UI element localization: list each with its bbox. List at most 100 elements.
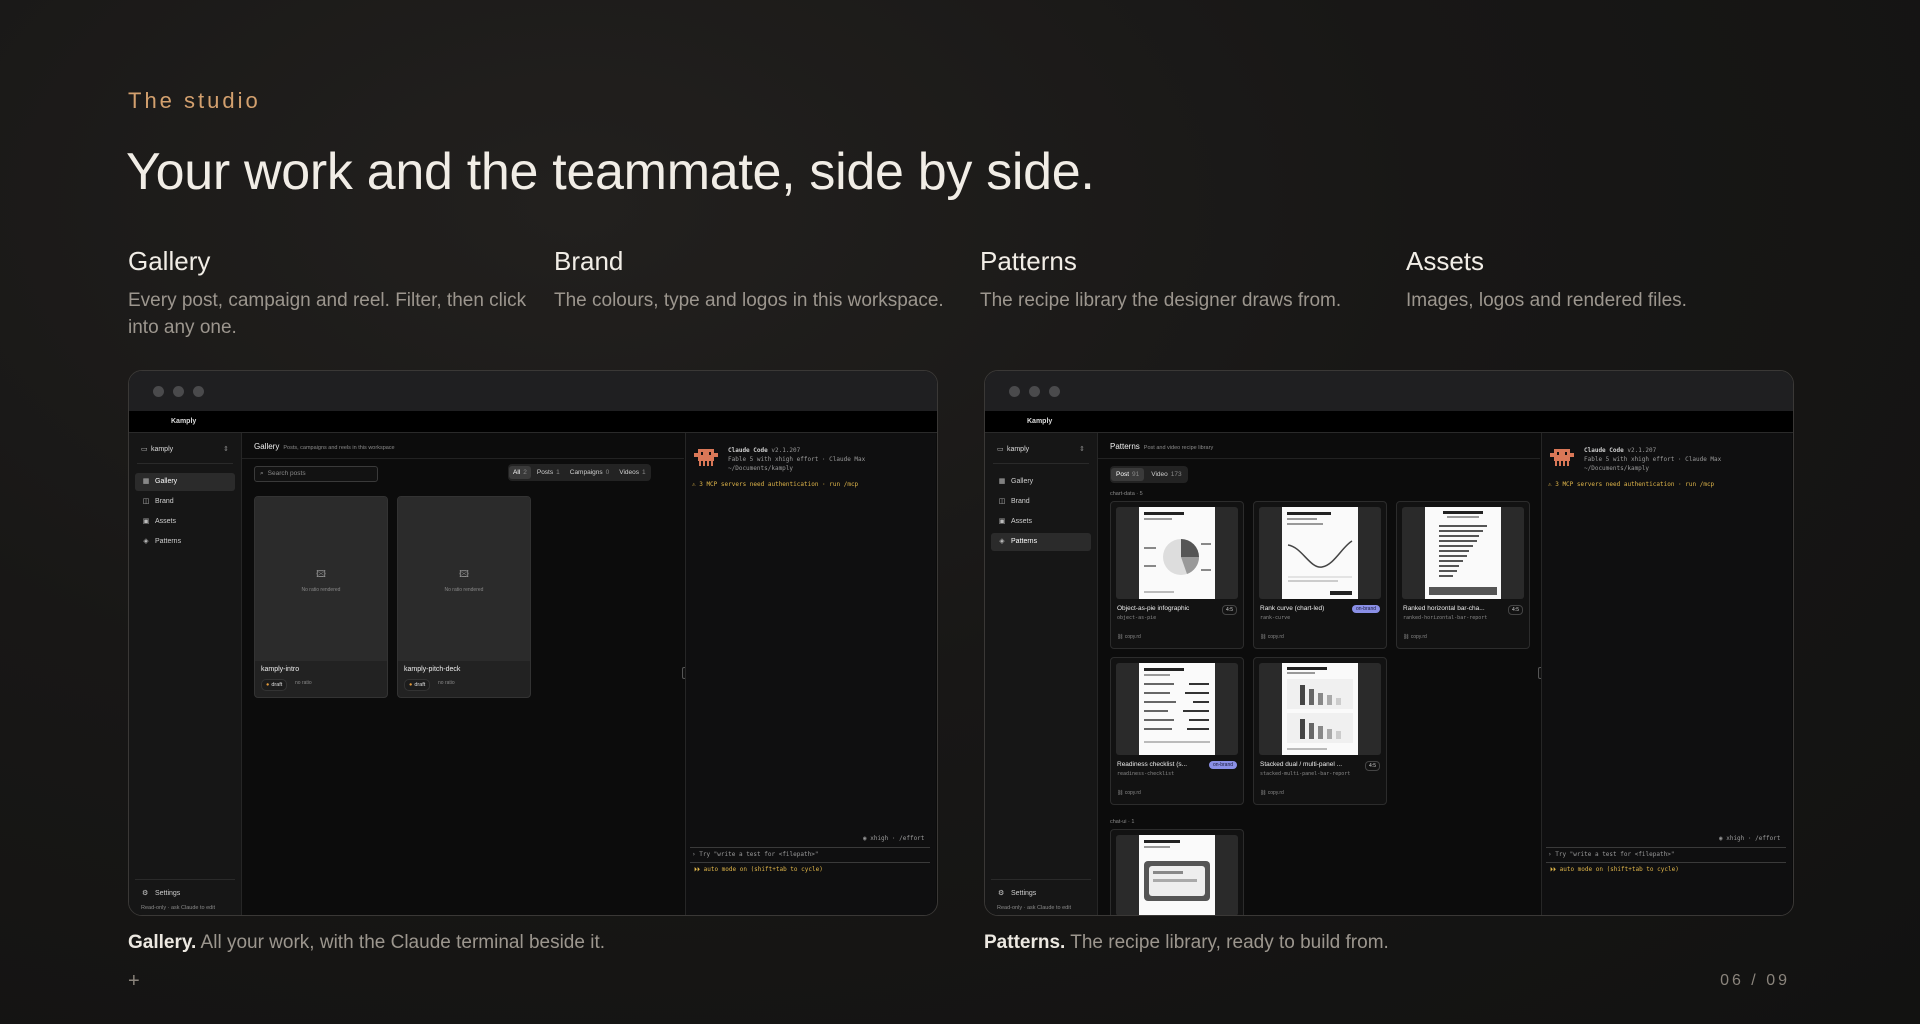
- terminal-prompt-input[interactable]: › Try "write a test for <filepath>": [1548, 851, 1674, 858]
- pattern-card[interactable]: Object-as-pie infographic 4:5 object-as-…: [1110, 501, 1244, 649]
- sidebar-item-patterns[interactable]: ◈ Patterns: [991, 533, 1091, 551]
- feature-patterns: Patterns The recipe library the designer…: [980, 246, 1380, 314]
- pattern-card[interactable]: Readiness checklist (s... on-brand readi…: [1110, 657, 1244, 805]
- workspace-switcher[interactable]: ▭ kamply ⇕: [993, 441, 1089, 459]
- card-title: Rank curve (chart-led): [1260, 605, 1325, 612]
- feature-desc: Every post, campaign and reel. Filter, t…: [128, 290, 527, 338]
- card-thumbnail: [1116, 663, 1238, 755]
- feature-title: Assets: [1406, 246, 1485, 276]
- terminal-warning: ⚠ 3 MCP servers need authentication · ru…: [1548, 481, 1715, 488]
- terminal-version: v2.1.207: [771, 447, 801, 454]
- prompt-placeholder: Try "write a test for <filepath>": [699, 851, 819, 858]
- sidebar-item-gallery[interactable]: ▦ Gallery: [991, 473, 1091, 491]
- tab-count: 91: [1132, 471, 1140, 478]
- pattern-card[interactable]: Ranked horizontal bar-cha... 4:5 ranked-…: [1396, 501, 1530, 649]
- copy-link[interactable]: ⛓ copy.rd: [1260, 634, 1284, 640]
- link-icon: ⛓: [1117, 790, 1124, 796]
- feature-desc: The recipe library the designer draws fr…: [980, 290, 1342, 311]
- card-slug: ranked-horizontal-bar-report: [1403, 615, 1488, 621]
- workspace-name: kamply: [1006, 446, 1030, 453]
- link-icon: ⛓: [1260, 634, 1267, 640]
- brand-icon: ◫: [142, 498, 150, 505]
- sidebar-item-label: Brand: [1011, 498, 1030, 505]
- card-slug: stacked-multi-panel-bar-report: [1260, 771, 1351, 777]
- copy-label: copy.rd: [1124, 634, 1141, 640]
- bar-preview-icon: [1425, 507, 1501, 599]
- sidebar-item-assets[interactable]: ▣ Assets: [135, 513, 235, 531]
- window-maximize-button[interactable]: [193, 386, 204, 397]
- gallery-card[interactable]: 🖾 No ratio rendered kamply-intro ● draft n…: [254, 496, 388, 698]
- settings-button[interactable]: ⚙ Settings: [991, 889, 1091, 897]
- card-title: Stacked dual / multi-panel ...: [1260, 761, 1343, 768]
- window-maximize-button[interactable]: [1049, 386, 1060, 397]
- patterns-window: Kamply ▭ kamply ⇕ ▦ Gallery ◫ Brand ▣ Asset…: [984, 370, 1794, 916]
- search-input[interactable]: ⌕ Search posts: [254, 466, 378, 482]
- status-dot-icon: ●: [266, 682, 270, 688]
- app-title: Kamply: [129, 411, 937, 433]
- divider: [137, 463, 233, 464]
- terminal-effort: ◉ xhigh · /effort: [1719, 835, 1781, 842]
- copy-label: copy.rd: [1410, 634, 1427, 640]
- card-title: kamply-intro: [261, 666, 300, 673]
- terminal-prompt-input[interactable]: › Try "write a test for <filepath>": [692, 851, 818, 858]
- tab-all[interactable]: All 2: [509, 466, 531, 479]
- settings-button[interactable]: ⚙ Settings: [135, 889, 235, 897]
- card-title: kamply-pitch-deck: [404, 666, 461, 673]
- caption-text: All your work, with the Claude terminal …: [200, 932, 606, 953]
- curve-preview-icon: [1282, 507, 1358, 599]
- tab-label: Post: [1116, 471, 1130, 478]
- tab-video[interactable]: Video 173: [1146, 468, 1186, 481]
- pattern-card[interactable]: Rank curve (chart-led) on-brand rank-cur…: [1253, 501, 1387, 649]
- window-minimize-button[interactable]: [1029, 386, 1040, 397]
- pattern-card[interactable]: Stacked dual / multi-panel ... 4:5 stack…: [1253, 657, 1387, 805]
- copy-link[interactable]: ⛓ copy.rd: [1117, 790, 1141, 796]
- card-ratio: no ratio: [438, 680, 455, 686]
- sidebar-item-brand[interactable]: ◫ Brand: [991, 493, 1091, 511]
- copy-link[interactable]: ⛓ copy.rd: [1403, 634, 1427, 640]
- copy-link[interactable]: ⛓ copy.rd: [1260, 790, 1284, 796]
- workspace-switcher[interactable]: ▭ kamply ⇕: [137, 441, 233, 459]
- stacked-bar-preview-icon: [1282, 663, 1358, 755]
- feature-assets: Assets Images, logos and rendered files.: [1406, 246, 1806, 314]
- app-title: Kamply: [985, 411, 1793, 433]
- tab-posts[interactable]: Posts 1: [533, 466, 564, 479]
- tab-count: 1: [642, 469, 646, 476]
- sparkle-icon: +: [128, 970, 140, 992]
- card-thumbnail: [1116, 835, 1238, 915]
- on-brand-badge: on-brand: [1351, 605, 1380, 613]
- gallery-card[interactable]: 🖾 No ratio rendered kamply-pitch-deck ● dr…: [397, 496, 531, 698]
- divider: [991, 879, 1091, 880]
- page-counter: 06 / 09: [1720, 972, 1790, 989]
- terminal-app-name: Claude Code: [1584, 447, 1624, 454]
- sidebar-item-label: Gallery: [1011, 478, 1034, 485]
- tab-label: All: [513, 469, 521, 476]
- tab-post[interactable]: Post 91: [1111, 468, 1145, 481]
- sidebar-item-assets[interactable]: ▣ Assets: [991, 513, 1091, 531]
- caption-patterns: Patterns. The recipe library, ready to b…: [984, 932, 1389, 954]
- sidebar-item-label: Patterns: [1011, 538, 1038, 545]
- divider: [1098, 458, 1540, 459]
- sidebar-item-gallery[interactable]: ▦ Gallery: [135, 473, 235, 491]
- terminal-header: Claude Code v2.1.207: [728, 447, 800, 454]
- feature-title: Brand: [554, 246, 624, 276]
- pie-preview-icon: [1139, 507, 1215, 599]
- terminal-cwd: ~/Documents/kamply: [728, 465, 794, 472]
- tab-campaigns[interactable]: Campaigns 0: [566, 466, 614, 479]
- ratio-badge: 4:5: [1508, 605, 1523, 615]
- image-icon: ▣: [142, 518, 150, 525]
- card-slug: readiness-checklist: [1117, 771, 1175, 777]
- window-close-button[interactable]: [1009, 386, 1020, 397]
- copy-link[interactable]: ⛓ copy.rd: [1117, 634, 1141, 640]
- tab-videos[interactable]: Videos 1: [615, 466, 649, 479]
- copy-label: copy.rd: [1124, 790, 1141, 796]
- page-title: Patterns Post and video recipe library: [1110, 442, 1213, 451]
- folder-icon: ▭: [997, 446, 1004, 453]
- sidebar-item-brand[interactable]: ◫ Brand: [135, 493, 235, 511]
- window-minimize-button[interactable]: [173, 386, 184, 397]
- caption-bold: Gallery.: [128, 932, 197, 953]
- sidebar-item-patterns[interactable]: ◈ Patterns: [135, 533, 235, 551]
- window-close-button[interactable]: [153, 386, 164, 397]
- pattern-card[interactable]: [1110, 829, 1244, 915]
- status-badge: ● draft: [404, 679, 431, 691]
- tab-count: 1: [556, 469, 560, 476]
